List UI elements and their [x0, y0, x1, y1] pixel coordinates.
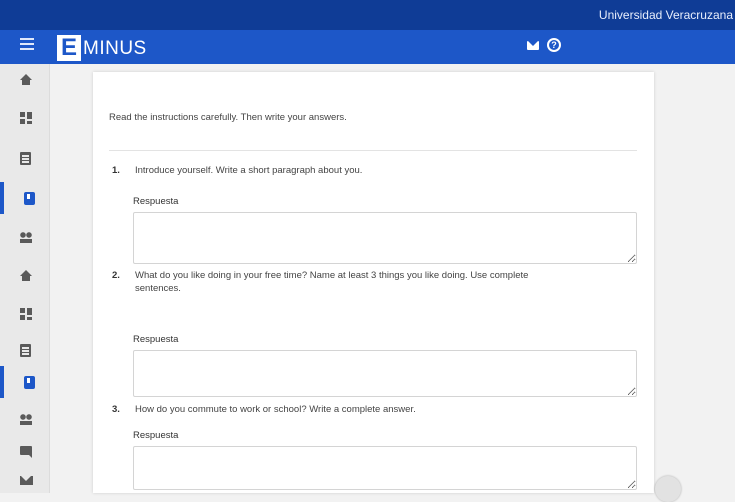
scroll-to-top-button[interactable]	[655, 476, 681, 502]
mail-icon	[20, 476, 33, 485]
answer-label: Respuesta	[133, 430, 179, 441]
help-glyph: ?	[551, 40, 557, 50]
sidebar-item-chat[interactable]	[0, 436, 50, 468]
home-icon	[20, 270, 32, 281]
sidebar-item-home[interactable]	[0, 260, 50, 292]
dashboard-icon	[20, 112, 32, 124]
answer-field-1[interactable]	[133, 212, 637, 264]
sidebar-item-assignments[interactable]	[0, 142, 50, 174]
assignment-icon	[20, 344, 31, 357]
answer-label: Respuesta	[133, 196, 179, 207]
answer-field-3[interactable]	[133, 446, 637, 490]
assignment-icon	[20, 152, 31, 165]
exam-card: Read the instructions carefully. Then wr…	[93, 72, 654, 493]
sidebar-item-courses[interactable]	[0, 366, 50, 398]
mail-icon[interactable]	[527, 41, 539, 50]
help-icon[interactable]: ?	[547, 38, 561, 52]
institution-name: Universidad Veracruzana	[598, 8, 733, 22]
question-text: Introduce yourself. Write a short paragr…	[135, 165, 363, 176]
sidebar-item-dashboard[interactable]	[0, 298, 50, 330]
logo-text: MINUS	[83, 38, 147, 59]
sidebar-item-people[interactable]	[0, 222, 50, 254]
sidebar-item-assignments[interactable]	[0, 334, 50, 366]
sidebar-item-home[interactable]	[0, 64, 50, 96]
question-text: What do you like doing in your free time…	[135, 270, 529, 294]
sidebar	[0, 64, 50, 493]
answer-label: Respuesta	[133, 334, 179, 345]
book-icon	[24, 376, 35, 389]
sidebar-item-courses[interactable]	[0, 182, 50, 214]
question-text: How do you commute to work or school? Wr…	[135, 404, 416, 415]
sidebar-item-dashboard[interactable]	[0, 102, 50, 134]
top-strip: Universidad Veracruzana	[0, 0, 735, 30]
answer-field-2[interactable]	[133, 350, 637, 397]
sidebar-item-people[interactable]	[0, 404, 50, 436]
app-header: E MINUS ?	[0, 30, 735, 64]
sidebar-item-mail[interactable]	[0, 466, 50, 498]
divider	[109, 150, 637, 151]
question-number: 2.	[112, 270, 120, 281]
eminus-logo[interactable]: E MINUS	[57, 31, 147, 61]
logo-letter: E	[57, 35, 81, 61]
people-icon	[20, 414, 33, 426]
exam-instructions: Read the instructions carefully. Then wr…	[109, 112, 347, 123]
menu-icon[interactable]	[20, 38, 34, 50]
question-number: 3.	[112, 404, 120, 415]
dashboard-icon	[20, 308, 32, 320]
home-icon	[20, 74, 32, 85]
question-number: 1.	[112, 165, 120, 176]
people-icon	[20, 232, 33, 244]
chat-icon	[20, 446, 32, 458]
book-icon	[24, 192, 35, 205]
